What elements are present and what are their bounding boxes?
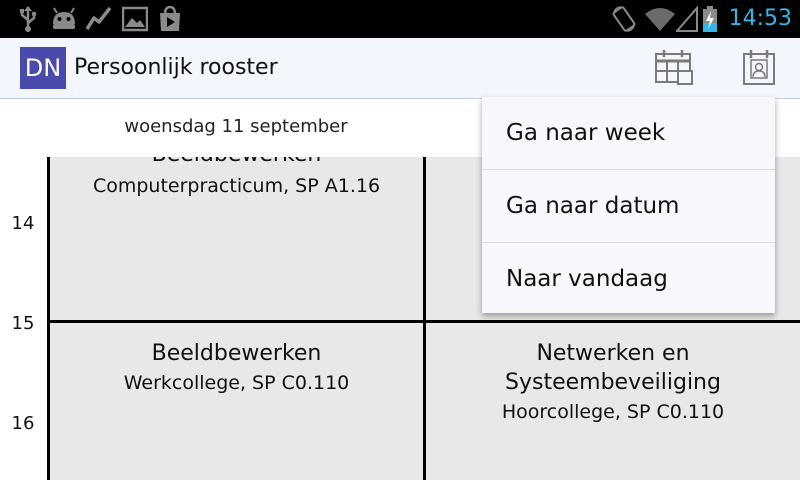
android-icon [53, 7, 75, 29]
calendar-grid-icon [655, 50, 693, 85]
event-subtitle: Werkcollege, SP C0.110 [123, 372, 350, 394]
hour-divider [48, 320, 800, 323]
event-cell-1[interactable]: Beeldbewerken Computerpracticum, SP A1.1… [50, 157, 423, 320]
wifi-icon [645, 8, 675, 31]
chart-icon [86, 6, 112, 30]
app-title: Persoonlijk rooster [74, 55, 278, 80]
week-view-button[interactable] [652, 48, 696, 88]
time-column-divider [47, 157, 50, 480]
action-bar: DN Persoonlijk rooster [0, 38, 800, 99]
date-label: woensdag 11 september [124, 116, 348, 137]
menu-item-label: Naar vandaag [506, 266, 668, 292]
signal-icon [676, 6, 698, 32]
event-title: Beeldbewerken [50, 157, 423, 170]
hour-label-16: 16 [11, 413, 35, 434]
hour-label-15: 15 [11, 313, 35, 334]
usb-icon [20, 6, 37, 32]
image-icon [122, 6, 148, 32]
event-subtitle: Computerpracticum, SP A1.16 [92, 175, 381, 197]
play-store-icon [160, 6, 180, 31]
battery-charging-icon [703, 6, 717, 32]
status-time: 14:53 [728, 6, 792, 31]
event-title-line-1: Netwerken en [536, 341, 690, 366]
personal-schedule-button[interactable] [738, 48, 782, 88]
menu-item-today[interactable]: Naar vandaag [482, 243, 775, 315]
event-cell-4[interactable]: Netwerken en Systeembeveiliging Hoorcoll… [426, 323, 800, 480]
event-subtitle: Hoorcollege, SP C0.110 [501, 401, 725, 423]
menu-item-label: Ga naar datum [506, 193, 680, 219]
menu-item-go-to-date[interactable]: Ga naar datum [482, 170, 775, 243]
rotate-icon [612, 6, 636, 32]
hour-label-14: 14 [11, 213, 35, 234]
app-logo[interactable]: DN [20, 47, 66, 89]
column-divider [423, 157, 426, 480]
calendar-person-icon [743, 50, 775, 85]
event-title-line-2: Systeembeveiliging [505, 370, 721, 395]
event-cell-3[interactable]: Beeldbewerken Werkcollege, SP C0.110 [50, 323, 423, 480]
menu-item-go-to-week[interactable]: Ga naar week [482, 97, 775, 170]
event-title: Beeldbewerken [151, 341, 322, 366]
overflow-menu: Ga naar week Ga naar datum Naar vandaag [482, 97, 775, 313]
menu-item-label: Ga naar week [506, 120, 666, 146]
status-bar: 14:53 [0, 0, 800, 38]
